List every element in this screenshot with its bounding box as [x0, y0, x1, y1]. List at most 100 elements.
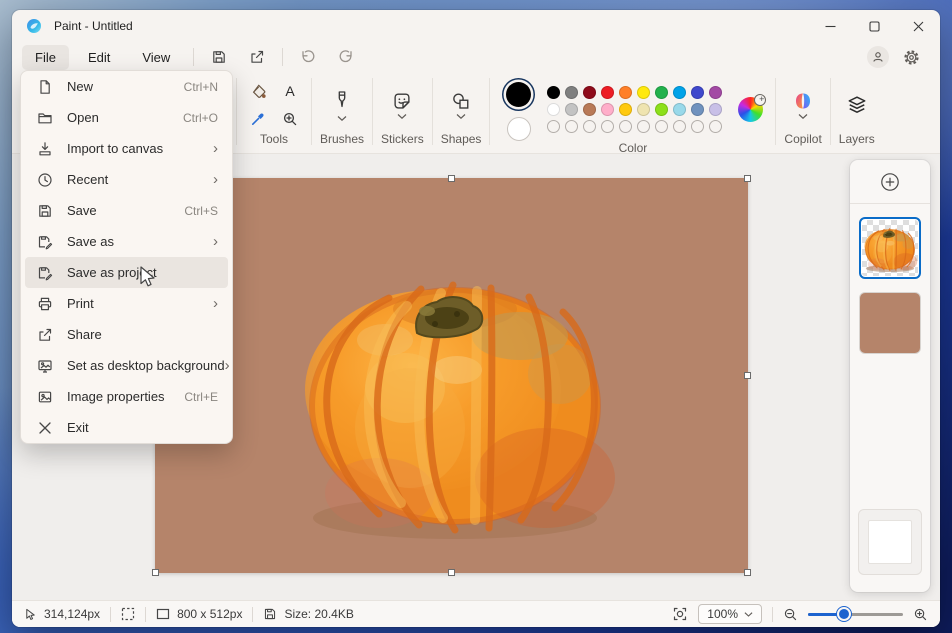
menu-edit[interactable]: Edit [75, 45, 123, 70]
empty-color-slot[interactable] [547, 120, 560, 133]
stickers-button[interactable] [392, 91, 412, 119]
menu-item-new[interactable]: New Ctrl+N [25, 71, 228, 102]
shortcut-label: Ctrl+O [183, 111, 218, 125]
copilot-button[interactable] [793, 91, 813, 119]
color-swatch[interactable] [619, 86, 632, 99]
zoom-slider-thumb[interactable] [837, 607, 851, 621]
color-swatch[interactable] [601, 103, 614, 116]
primary-color-swatch[interactable] [506, 82, 531, 107]
background-layer-card[interactable] [858, 509, 922, 575]
close-button[interactable] [896, 10, 940, 42]
add-layer-button[interactable] [879, 171, 901, 193]
color-swatch[interactable] [709, 103, 722, 116]
menu-item-exit[interactable]: Exit [25, 412, 228, 443]
menu-item-image-properties[interactable]: Image properties Ctrl+E [25, 381, 228, 412]
shapes-group: Shapes [433, 72, 490, 153]
submenu-arrow-icon: › [213, 296, 218, 311]
canvas-resize-handle-bottom-left[interactable] [152, 569, 159, 576]
zoom-out-icon[interactable] [783, 607, 798, 622]
empty-color-slot[interactable] [583, 120, 596, 133]
undo-icon[interactable] [293, 45, 323, 69]
pumpkin-layer-preview [861, 219, 919, 277]
zoom-slider[interactable] [808, 607, 903, 621]
stickers-group: Stickers [373, 72, 432, 153]
menu-view[interactable]: View [129, 45, 183, 70]
file-menu-dropdown: New Ctrl+N Open Ctrl+O Import to canvas … [20, 70, 233, 444]
zoom-in-icon[interactable] [913, 607, 928, 622]
color-swatch[interactable] [547, 103, 560, 116]
file-size-value: Size: 20.4KB [284, 607, 353, 621]
canvas-resize-handle-top-right[interactable] [744, 175, 751, 182]
save-icon[interactable] [204, 45, 234, 69]
color-swatch[interactable] [637, 86, 650, 99]
empty-color-slot[interactable] [619, 120, 632, 133]
color-swatch[interactable] [691, 86, 704, 99]
edit-colors-wheel-icon[interactable]: + [738, 97, 763, 122]
canvas-resize-handle-right[interactable] [744, 372, 751, 379]
account-icon[interactable] [867, 46, 889, 68]
menu-item-save-as[interactable]: Save as › [25, 226, 228, 257]
empty-color-slot[interactable] [709, 120, 722, 133]
color-swatch[interactable] [619, 103, 632, 116]
minimize-button[interactable] [808, 10, 852, 42]
magnifier-tool[interactable] [277, 106, 303, 132]
menu-item-open[interactable]: Open Ctrl+O [25, 102, 228, 133]
canvas-resize-handle-top[interactable] [448, 175, 455, 182]
menu-item-share[interactable]: Share [25, 319, 228, 350]
window-title: Paint - Untitled [54, 19, 133, 33]
empty-color-slot[interactable] [637, 120, 650, 133]
empty-color-slot[interactable] [673, 120, 686, 133]
empty-color-slot[interactable] [691, 120, 704, 133]
maximize-button[interactable] [852, 10, 896, 42]
fit-to-screen-icon[interactable] [672, 606, 688, 622]
menu-item-import-to-canvas[interactable]: Import to canvas › [25, 133, 228, 164]
share-icon [37, 327, 53, 343]
save-as-icon [37, 234, 53, 250]
color-swatch[interactable] [583, 86, 596, 99]
chevron-down-icon [397, 114, 407, 119]
shortcut-label: Ctrl+E [184, 390, 218, 404]
menu-item-print[interactable]: Print › [25, 288, 228, 319]
menu-item-save-as-project[interactable]: Save as project [25, 257, 228, 288]
empty-color-slot[interactable] [565, 120, 578, 133]
color-swatch[interactable] [637, 103, 650, 116]
color-swatch[interactable] [565, 103, 578, 116]
empty-color-slot[interactable] [601, 120, 614, 133]
menu-item-recent[interactable]: Recent › [25, 164, 228, 195]
layers-button[interactable] [846, 94, 868, 116]
drawing-canvas[interactable] [155, 178, 748, 573]
color-swatch[interactable] [691, 103, 704, 116]
color-swatch[interactable] [655, 86, 668, 99]
color-swatch[interactable] [547, 86, 560, 99]
canvas-resize-handle-bottom[interactable] [448, 569, 455, 576]
secondary-color-swatch[interactable] [507, 117, 531, 141]
zoom-level-dropdown[interactable]: 100% [698, 604, 762, 624]
eyedropper-tool[interactable] [245, 106, 271, 132]
copilot-group: Copilot [776, 72, 829, 153]
empty-color-slot[interactable] [655, 120, 668, 133]
pumpkin-drawing [155, 178, 748, 573]
color-swatch[interactable] [583, 103, 596, 116]
menubar-divider [282, 48, 283, 66]
layer-thumbnail-pumpkin[interactable] [859, 217, 921, 279]
color-swatch[interactable] [565, 86, 578, 99]
layer-thumbnail-background-color[interactable] [859, 292, 921, 354]
fill-bucket-tool[interactable] [245, 78, 271, 104]
shapes-button[interactable] [451, 91, 471, 119]
color-swatch[interactable] [673, 103, 686, 116]
redo-icon[interactable] [331, 45, 361, 69]
menu-file[interactable]: File [22, 45, 69, 70]
printer-icon [37, 296, 53, 312]
menu-item-save[interactable]: Save Ctrl+S [25, 195, 228, 226]
title-bar[interactable]: Paint - Untitled [12, 10, 940, 42]
color-swatch[interactable] [673, 86, 686, 99]
settings-gear-icon[interactable] [903, 49, 920, 66]
share-icon[interactable] [242, 45, 272, 69]
menu-item-set-as-desktop-background[interactable]: Set as desktop background › [25, 350, 228, 381]
text-tool[interactable]: A [277, 78, 303, 104]
color-swatch[interactable] [709, 86, 722, 99]
color-swatch[interactable] [655, 103, 668, 116]
brushes-button[interactable] [333, 89, 351, 121]
color-swatch[interactable] [601, 86, 614, 99]
canvas-resize-handle-bottom-right[interactable] [744, 569, 751, 576]
